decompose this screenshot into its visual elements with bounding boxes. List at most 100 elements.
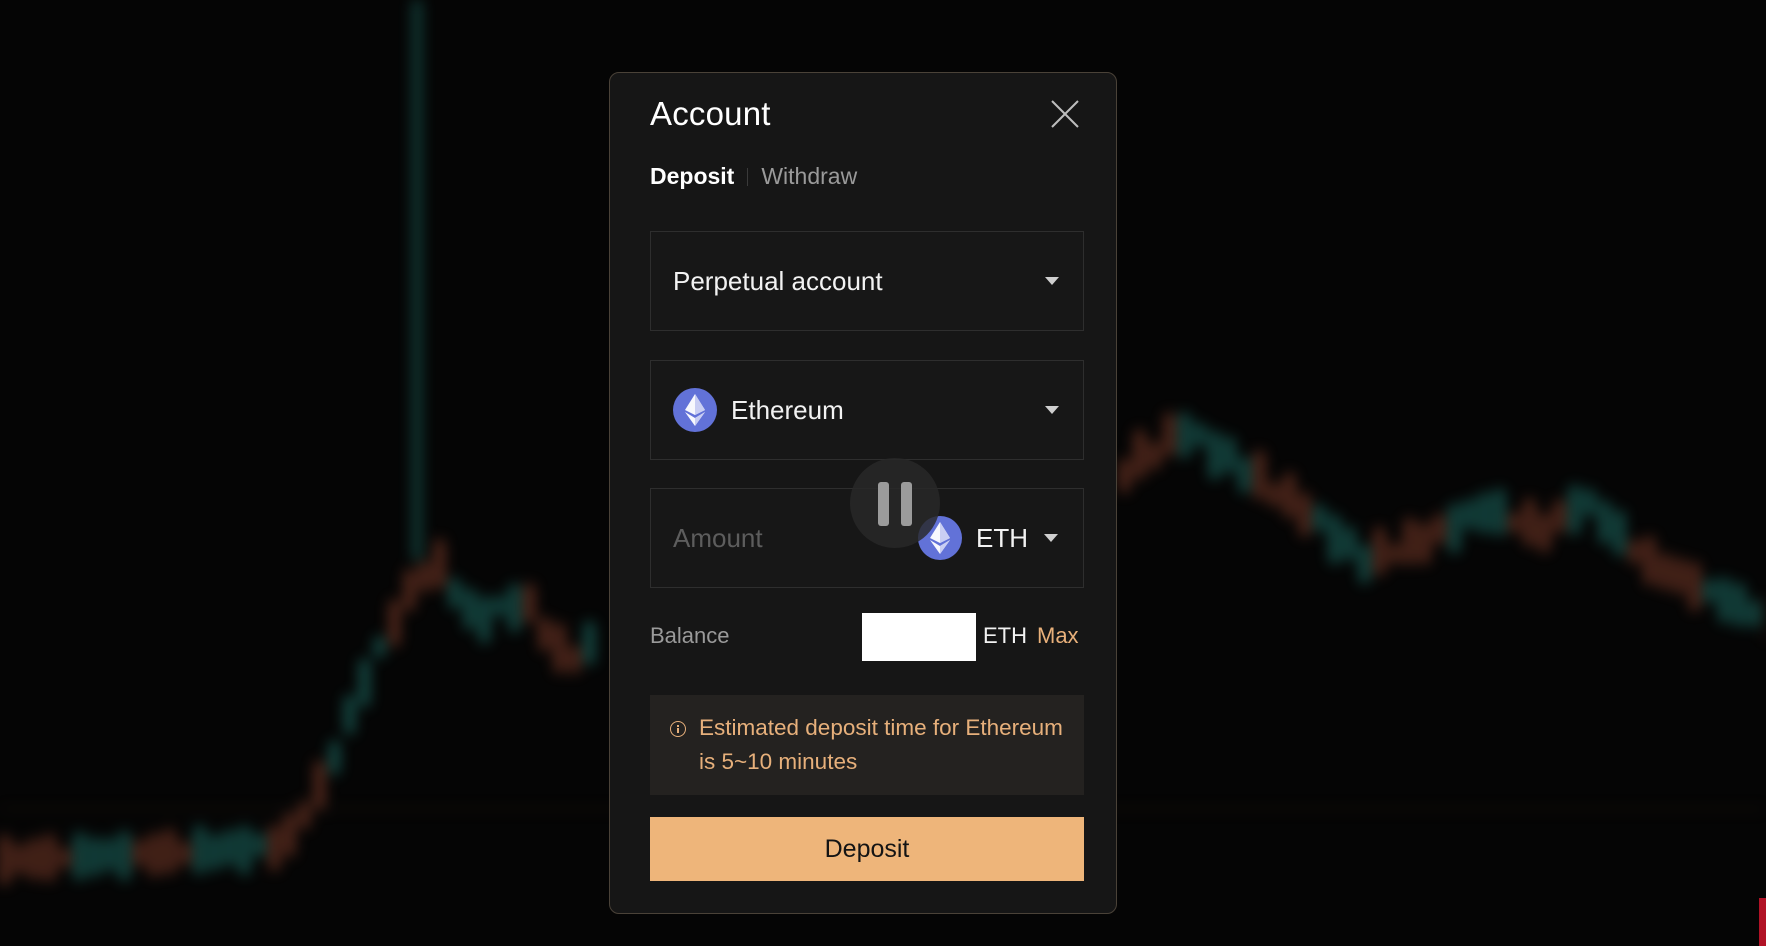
background-candle	[1315, 505, 1324, 532]
background-candle	[1525, 499, 1534, 546]
tab-withdraw[interactable]: Withdraw	[761, 163, 857, 190]
background-candle	[1150, 442, 1159, 469]
background-candle	[135, 840, 144, 867]
background-candle	[1375, 527, 1384, 575]
ethereum-icon	[673, 388, 717, 432]
background-candle	[1735, 583, 1744, 626]
background-candle	[315, 761, 324, 810]
background-candle	[1300, 493, 1309, 536]
background-candle	[540, 618, 549, 651]
max-button[interactable]: Max	[1037, 623, 1079, 649]
background-candle	[345, 696, 354, 734]
background-candle	[450, 578, 459, 609]
background-candle	[1330, 515, 1339, 564]
background-candle	[45, 835, 54, 881]
background-candle	[1495, 489, 1504, 535]
background-candle	[60, 848, 69, 868]
background-candle	[1225, 437, 1234, 473]
modal-title: Account	[650, 95, 771, 132]
background-candle	[360, 659, 369, 707]
background-candle	[1195, 423, 1204, 447]
background-candle	[1345, 527, 1354, 560]
balance-row: Balance ETH Max	[650, 613, 1084, 661]
background-candle	[1390, 543, 1399, 564]
background-candle	[1450, 504, 1459, 553]
background-candle	[1750, 600, 1759, 627]
background-candle	[1360, 545, 1369, 583]
corner-marker	[1759, 898, 1766, 946]
tab-bar: Deposit Withdraw	[650, 163, 857, 190]
account-modal: Account Deposit Withdraw Perpetual accou…	[609, 72, 1117, 914]
background-candle	[420, 562, 429, 592]
background-candle	[1165, 413, 1174, 456]
background-candle	[1240, 457, 1249, 493]
info-icon	[670, 721, 686, 737]
background-candle	[285, 813, 294, 856]
close-icon	[1051, 100, 1079, 128]
background-candle	[0, 836, 9, 884]
background-candle	[585, 622, 594, 664]
background-candle	[165, 829, 174, 874]
background-candle	[30, 839, 39, 879]
tab-deposit[interactable]: Deposit	[650, 163, 734, 190]
background-candle	[435, 540, 444, 589]
background-candle	[15, 844, 24, 874]
background-candle	[1405, 518, 1414, 564]
background-candle	[195, 826, 204, 874]
chevron-down-icon	[1044, 534, 1058, 542]
background-candle	[1555, 500, 1564, 533]
background-candle	[105, 838, 114, 871]
background-candle	[1480, 493, 1489, 533]
background-candle	[1285, 473, 1294, 518]
background-candle	[300, 801, 309, 828]
background-candle	[1675, 558, 1684, 594]
background-candle	[330, 741, 339, 774]
account-select[interactable]: Perpetual account	[650, 231, 1084, 331]
notice-text: Estimated deposit time for Ethereum is 5…	[699, 715, 1063, 774]
background-candle	[1630, 540, 1639, 564]
background-candle	[210, 834, 219, 870]
background-candle	[1180, 413, 1189, 458]
background-candle	[570, 646, 579, 673]
background-candle	[1690, 562, 1699, 611]
background-candle	[555, 624, 564, 673]
background-candle	[270, 826, 279, 870]
background-candle	[1540, 513, 1549, 552]
background-candle	[75, 833, 84, 880]
chevron-down-icon	[1045, 406, 1059, 414]
background-candle-spike	[413, 0, 421, 560]
background-candle	[375, 637, 384, 657]
background-candle	[525, 584, 534, 623]
background-candle	[480, 597, 489, 643]
background-candle	[465, 589, 474, 629]
balance-unit: ETH	[983, 623, 1027, 648]
background-candle	[1465, 499, 1474, 529]
pause-icon	[878, 482, 889, 526]
background-candle	[225, 830, 234, 866]
tab-divider	[747, 167, 749, 186]
background-candle	[405, 570, 414, 611]
background-candle	[1255, 451, 1264, 499]
deposit-button[interactable]: Deposit	[650, 817, 1084, 881]
background-candle	[180, 841, 189, 865]
balance-label: Balance	[650, 623, 730, 648]
background-candle	[120, 832, 129, 880]
asset-select[interactable]: Ethereum	[650, 360, 1084, 460]
background-candle	[1600, 501, 1609, 543]
background-candle	[255, 833, 264, 857]
background-candle	[150, 833, 159, 876]
background-candle	[240, 826, 249, 874]
account-select-value: Perpetual account	[673, 265, 883, 296]
amount-unit-select[interactable]: ETH	[918, 516, 1058, 560]
video-pause-button[interactable]	[850, 458, 940, 548]
pause-icon	[901, 482, 912, 526]
background-candle	[510, 584, 519, 632]
background-candle	[1570, 485, 1579, 534]
background-candle	[1435, 514, 1444, 544]
chevron-down-icon	[1045, 277, 1059, 285]
background-candle	[90, 838, 99, 876]
balance-value-redacted	[862, 613, 976, 661]
asset-select-value: Ethereum	[731, 394, 844, 425]
close-button[interactable]	[1048, 97, 1082, 131]
background-candle	[1135, 430, 1144, 479]
